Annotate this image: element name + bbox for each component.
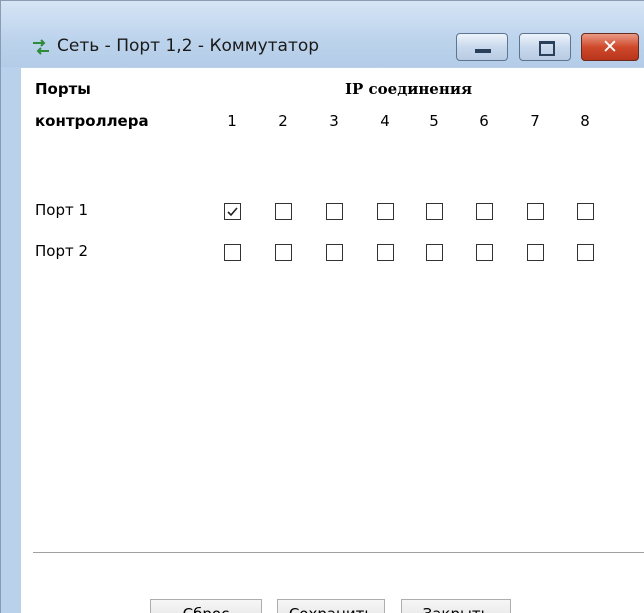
close-icon: ✕ — [602, 36, 618, 58]
column-number: 8 — [580, 112, 590, 130]
ip-connection-checkbox[interactable] — [377, 244, 394, 261]
save-button[interactable]: Сохранить — [277, 599, 385, 613]
ip-connection-checkbox[interactable] — [326, 203, 343, 220]
ip-connection-checkbox[interactable] — [326, 244, 343, 261]
ports-header-line1: Порты — [35, 80, 91, 98]
dialog-window: Сеть - Порт 1,2 - Коммутатор ✕ Порты кон… — [0, 0, 644, 613]
close-button[interactable]: Закрыть — [401, 599, 511, 613]
column-number: 4 — [380, 112, 390, 130]
ip-connection-checkbox[interactable] — [476, 244, 493, 261]
maximize-icon — [539, 41, 555, 56]
ip-connection-checkbox[interactable] — [426, 203, 443, 220]
ip-connection-checkbox[interactable] — [476, 203, 493, 220]
column-number: 3 — [329, 112, 339, 130]
checkmark-icon — [227, 207, 238, 217]
ip-connection-checkbox[interactable] — [577, 203, 594, 220]
column-number: 6 — [479, 112, 489, 130]
ip-connection-checkbox[interactable] — [577, 244, 594, 261]
row-label: Порт 1 — [35, 201, 89, 219]
column-number: 5 — [429, 112, 439, 130]
maximize-button[interactable] — [519, 33, 571, 61]
row-label: Порт 2 — [35, 242, 89, 260]
title-bar[interactable]: Сеть - Порт 1,2 - Коммутатор ✕ — [1, 1, 644, 67]
divider — [33, 552, 644, 553]
reset-button[interactable]: Сброс — [150, 599, 262, 613]
minimize-icon — [475, 49, 491, 53]
column-number: 1 — [227, 112, 237, 130]
ip-connection-checkbox[interactable] — [527, 203, 544, 220]
dialog-body: Порты контроллера IP соединения 1 2 3 4 5 6 7 8… — [21, 68, 644, 613]
column-number: 2 — [278, 112, 288, 130]
ports-header-line2: контроллера — [35, 112, 149, 130]
ip-connection-checkbox[interactable] — [275, 203, 292, 220]
ip-connection-checkbox[interactable] — [224, 244, 241, 261]
ip-connection-checkbox[interactable] — [377, 203, 394, 220]
window-title: Сеть - Порт 1,2 - Коммутатор — [57, 36, 320, 56]
column-number: 7 — [530, 112, 540, 130]
ip-connections-header: IP соединения — [345, 80, 473, 98]
network-switch-icon — [31, 37, 51, 57]
ip-connection-checkbox[interactable] — [224, 203, 241, 220]
ip-connection-checkbox[interactable] — [527, 244, 544, 261]
ip-connection-checkbox[interactable] — [426, 244, 443, 261]
minimize-button[interactable] — [456, 33, 508, 61]
ip-connection-checkbox[interactable] — [275, 244, 292, 261]
close-window-button[interactable]: ✕ — [581, 33, 639, 61]
